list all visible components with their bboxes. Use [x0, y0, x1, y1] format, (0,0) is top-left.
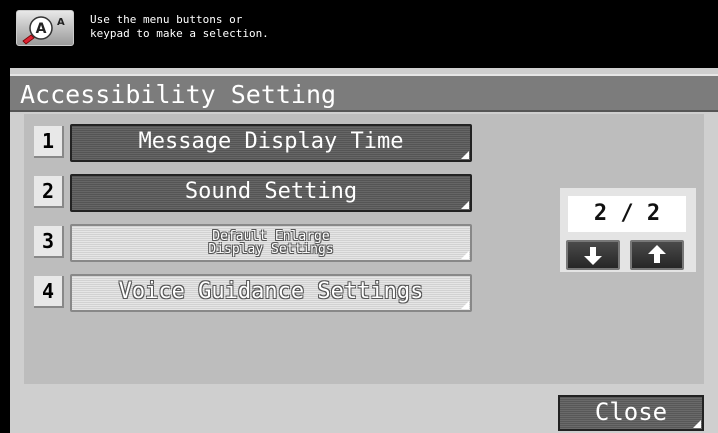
close-label: Close: [594, 398, 668, 426]
button-corner-mark: [461, 301, 469, 309]
message-display-time-label: Message Display Time: [138, 129, 404, 154]
page-down-button[interactable]: [566, 240, 620, 270]
menu-area: 1 Message Display Time 2 Sound Setting 3…: [24, 114, 704, 384]
button-corner-mark: [461, 251, 469, 259]
sound-setting-button[interactable]: Sound Setting: [70, 174, 472, 212]
instruction-message: Use the menu buttons or keypad to make a…: [90, 13, 269, 41]
svg-text:A: A: [36, 21, 47, 37]
message-display-time-button[interactable]: Message Display Time: [70, 124, 472, 162]
arrow-down-icon: [584, 247, 602, 265]
menu-number-1: 1: [34, 126, 64, 158]
svg-text:A: A: [57, 17, 65, 28]
instruction-line-2: keypad to make a selection.: [90, 27, 269, 40]
page-title: Accessibility Setting: [20, 80, 337, 109]
menu-number-4: 4: [34, 276, 64, 308]
button-corner-mark: [461, 201, 469, 209]
sound-setting-label: Sound Setting: [184, 179, 358, 204]
main-panel: Accessibility Setting 1 Message Display …: [10, 68, 718, 433]
menu-number-3: 3: [34, 226, 64, 258]
arrow-up-icon: [648, 245, 666, 263]
close-button[interactable]: Close: [558, 395, 704, 431]
default-enlarge-label-line2: Display Settings: [208, 242, 334, 257]
header-bar: A A Use the menu buttons or keypad to ma…: [0, 0, 718, 58]
voice-guidance-settings-button: Voice Guidance Settings: [70, 274, 472, 312]
button-corner-mark: [693, 420, 701, 428]
default-enlarge-display-settings-button: Default Enlarge Display Settings: [70, 224, 472, 262]
page-navigator: 2 / 2: [560, 188, 696, 272]
page-indicator: 2 / 2: [568, 196, 686, 232]
voice-guidance-settings-label: Voice Guidance Settings: [118, 279, 424, 304]
accessibility-icon[interactable]: A A: [16, 10, 74, 46]
button-corner-mark: [461, 151, 469, 159]
page-up-button[interactable]: [630, 240, 684, 270]
title-bar: Accessibility Setting: [10, 74, 718, 112]
instruction-line-1: Use the menu buttons or: [90, 13, 243, 26]
menu-number-2: 2: [34, 176, 64, 208]
